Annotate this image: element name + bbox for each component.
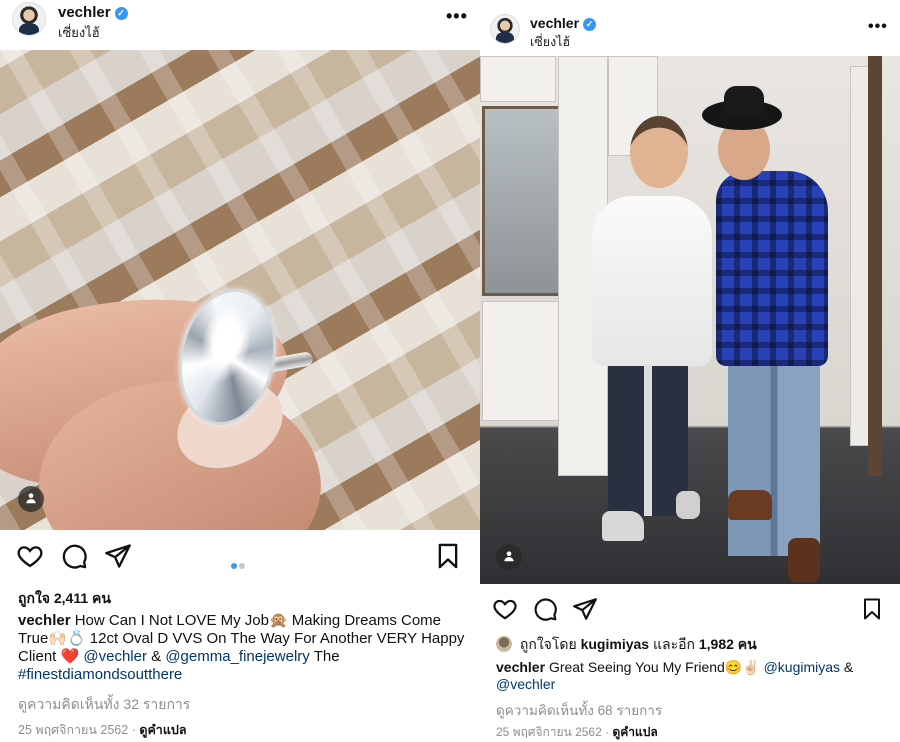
- post-meta: 25 พฤศจิกายน 2562 · ดูคำแปล: [18, 720, 186, 740]
- carousel-dot-active: [231, 563, 237, 569]
- person-legs: [608, 356, 688, 516]
- caption-username[interactable]: vechler: [496, 659, 545, 675]
- liker-avatar[interactable]: [496, 636, 512, 652]
- user-tag-icon[interactable]: [496, 544, 522, 570]
- liked-by-suffix: และอีก: [652, 636, 695, 652]
- username[interactable]: vechler ✓: [530, 15, 597, 31]
- share-icon[interactable]: [572, 596, 598, 622]
- caption-amp: &: [151, 648, 162, 665]
- person-shoe: [676, 491, 700, 519]
- carousel-dots: [230, 556, 246, 574]
- heart-icon[interactable]: [16, 542, 44, 570]
- bookmark-icon[interactable]: [434, 542, 462, 570]
- comment-icon[interactable]: [60, 542, 88, 570]
- mention-link[interactable]: @gemma_finejewelry: [165, 648, 309, 665]
- display-case: [482, 106, 564, 296]
- username-text[interactable]: vechler: [58, 4, 111, 21]
- post-right: vechler ✓ เซี่ยงไฮ้ ••• ถูกใจโดย kugimiy…: [480, 0, 900, 742]
- avatar[interactable]: [490, 14, 520, 44]
- post-meta: 25 พฤศจิกายน 2562 · ดูคำแปล: [496, 723, 658, 742]
- mention-link[interactable]: @vechler: [496, 676, 555, 692]
- post-caption: vechler Great Seeing You My Friend😊✌🏻 @k…: [496, 659, 891, 693]
- post-left: vechler ✓ เซี่ยงไฮ้ ••• ถูกใจ 2,411 คน v…: [0, 0, 480, 742]
- more-options-icon[interactable]: •••: [868, 18, 888, 36]
- avatar[interactable]: [12, 2, 46, 36]
- caption-username[interactable]: vechler: [18, 612, 71, 629]
- user-tag-icon[interactable]: [18, 486, 44, 512]
- caption-text: The: [313, 648, 340, 665]
- post-date: 25 พฤศจิกายน 2562: [18, 723, 129, 737]
- person-boot: [788, 538, 820, 582]
- translate-link[interactable]: ดูคำแปล: [612, 725, 657, 739]
- translate-link[interactable]: ดูคำแปล: [139, 723, 186, 737]
- person-hat: [724, 86, 764, 116]
- meta-separator: ·: [605, 725, 610, 739]
- cabinet-panel: [482, 301, 564, 421]
- view-comments-link[interactable]: ดูความคิดเห็นทั้ง 68 รายการ: [496, 699, 662, 721]
- post-photo[interactable]: [480, 56, 900, 584]
- likes-count[interactable]: ถูกใจ 2,411 คน: [18, 588, 111, 610]
- location-link[interactable]: เซี่ยงไฮ้: [58, 22, 100, 43]
- liked-by-prefix: ถูกใจโดย: [519, 636, 577, 652]
- cabinet-panel: [480, 56, 556, 102]
- post-photo[interactable]: [0, 50, 480, 530]
- liked-by-user[interactable]: kugimiyas: [581, 636, 649, 652]
- comment-icon[interactable]: [532, 596, 558, 622]
- door-frame: [868, 56, 882, 476]
- location-link[interactable]: เซี่ยงไฮ้: [530, 32, 570, 52]
- post-date: 25 พฤศจิกายน 2562: [496, 725, 602, 739]
- action-bar: [0, 536, 480, 576]
- mention-link[interactable]: @vechler: [83, 648, 147, 665]
- person-shirt: [592, 196, 712, 366]
- post-caption: vechler How Can I Not LOVE My Job🙊 Makin…: [18, 612, 468, 684]
- hashtag-link[interactable]: #finestdiamondsoutthere: [18, 666, 182, 683]
- caption-amp: &: [843, 659, 854, 675]
- person-boot: [728, 490, 772, 520]
- username-text[interactable]: vechler: [530, 15, 579, 31]
- bookmark-icon[interactable]: [860, 596, 884, 622]
- person-legs: [728, 356, 820, 556]
- meta-separator: ·: [131, 723, 136, 737]
- share-icon[interactable]: [104, 542, 132, 570]
- more-options-icon[interactable]: •••: [446, 6, 468, 27]
- person-shirt: [716, 171, 828, 366]
- verified-badge-icon: ✓: [114, 7, 128, 20]
- person-shoe: [602, 511, 644, 541]
- username[interactable]: vechler ✓: [58, 4, 128, 21]
- heart-icon[interactable]: [492, 596, 518, 622]
- carousel-dot: [239, 563, 245, 569]
- liked-by-row: ถูกใจโดย kugimiyas และอีก 1,982 คน: [496, 634, 757, 656]
- mention-link[interactable]: @kugimiyas: [764, 659, 840, 675]
- caption-text: Great Seeing You My Friend😊✌🏻: [548, 659, 760, 675]
- person-head: [630, 116, 688, 188]
- liked-by-count[interactable]: 1,982 คน: [699, 636, 757, 652]
- verified-badge-icon: ✓: [583, 18, 597, 31]
- post-header: vechler ✓ เซี่ยงไฮ้ •••: [0, 0, 480, 48]
- action-bar: [480, 590, 900, 630]
- view-comments-link[interactable]: ดูความคิดเห็นทั้ง 32 รายการ: [18, 694, 190, 716]
- post-header: vechler ✓ เซี่ยงไฮ้ •••: [480, 6, 900, 54]
